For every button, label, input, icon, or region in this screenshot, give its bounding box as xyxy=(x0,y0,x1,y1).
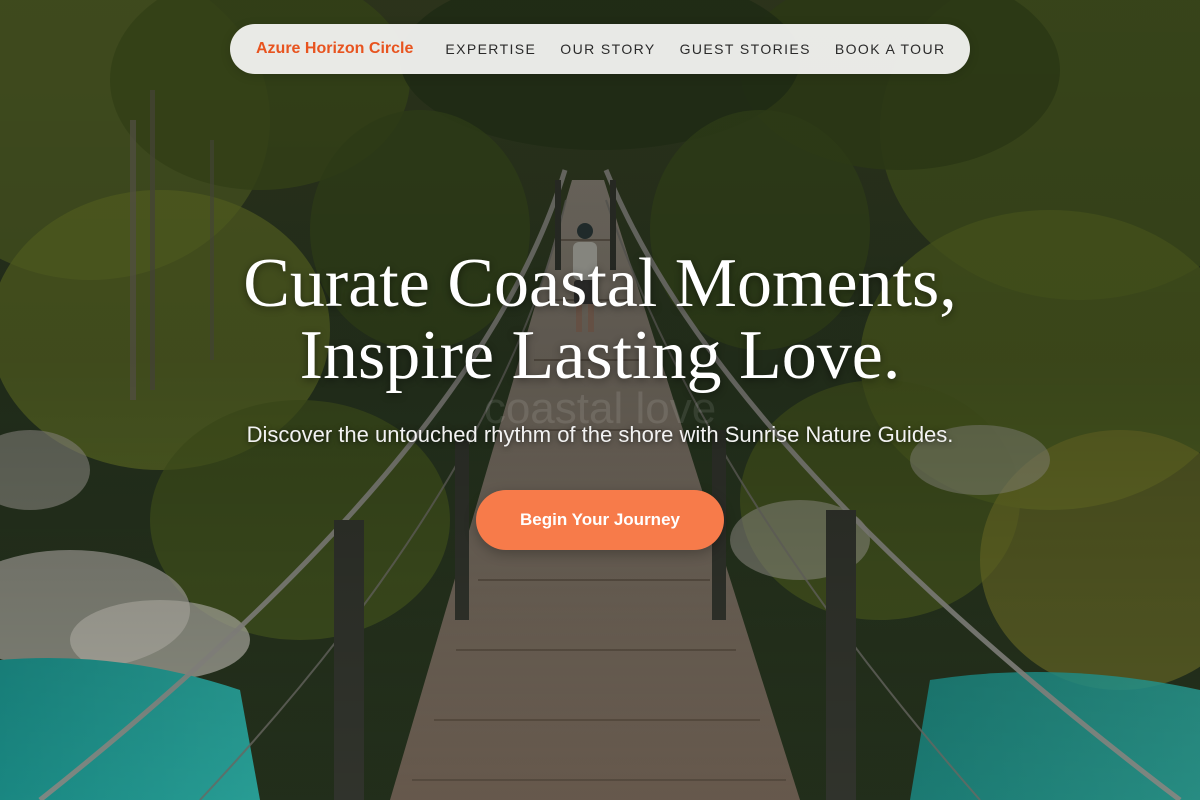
hero-section: Azure Horizon Circle EXPERTISE OUR STORY… xyxy=(0,0,1200,800)
hero-overlay xyxy=(0,0,1200,800)
brand-logo-link[interactable]: Azure Horizon Circle xyxy=(256,40,413,58)
top-navbar: Azure Horizon Circle EXPERTISE OUR STORY… xyxy=(230,24,970,74)
nav-links: EXPERTISE OUR STORY GUEST STORIES BOOK A… xyxy=(445,41,945,57)
hero-title: Curate Coastal Moments, Inspire Lasting … xyxy=(0,248,1200,392)
begin-journey-button[interactable]: Begin Your Journey xyxy=(476,490,724,550)
hero-title-line-2: Inspire Lasting Love. xyxy=(299,317,901,394)
nav-link-guest-stories[interactable]: GUEST STORIES xyxy=(680,41,811,57)
nav-link-expertise[interactable]: EXPERTISE xyxy=(445,41,536,57)
hero-subtitle: Discover the untouched rhythm of the sho… xyxy=(246,422,954,447)
nav-link-our-story[interactable]: OUR STORY xyxy=(560,41,655,57)
nav-link-book-a-tour[interactable]: BOOK A TOUR xyxy=(835,41,946,57)
hero-title-line-1: Curate Coastal Moments, xyxy=(243,245,957,322)
